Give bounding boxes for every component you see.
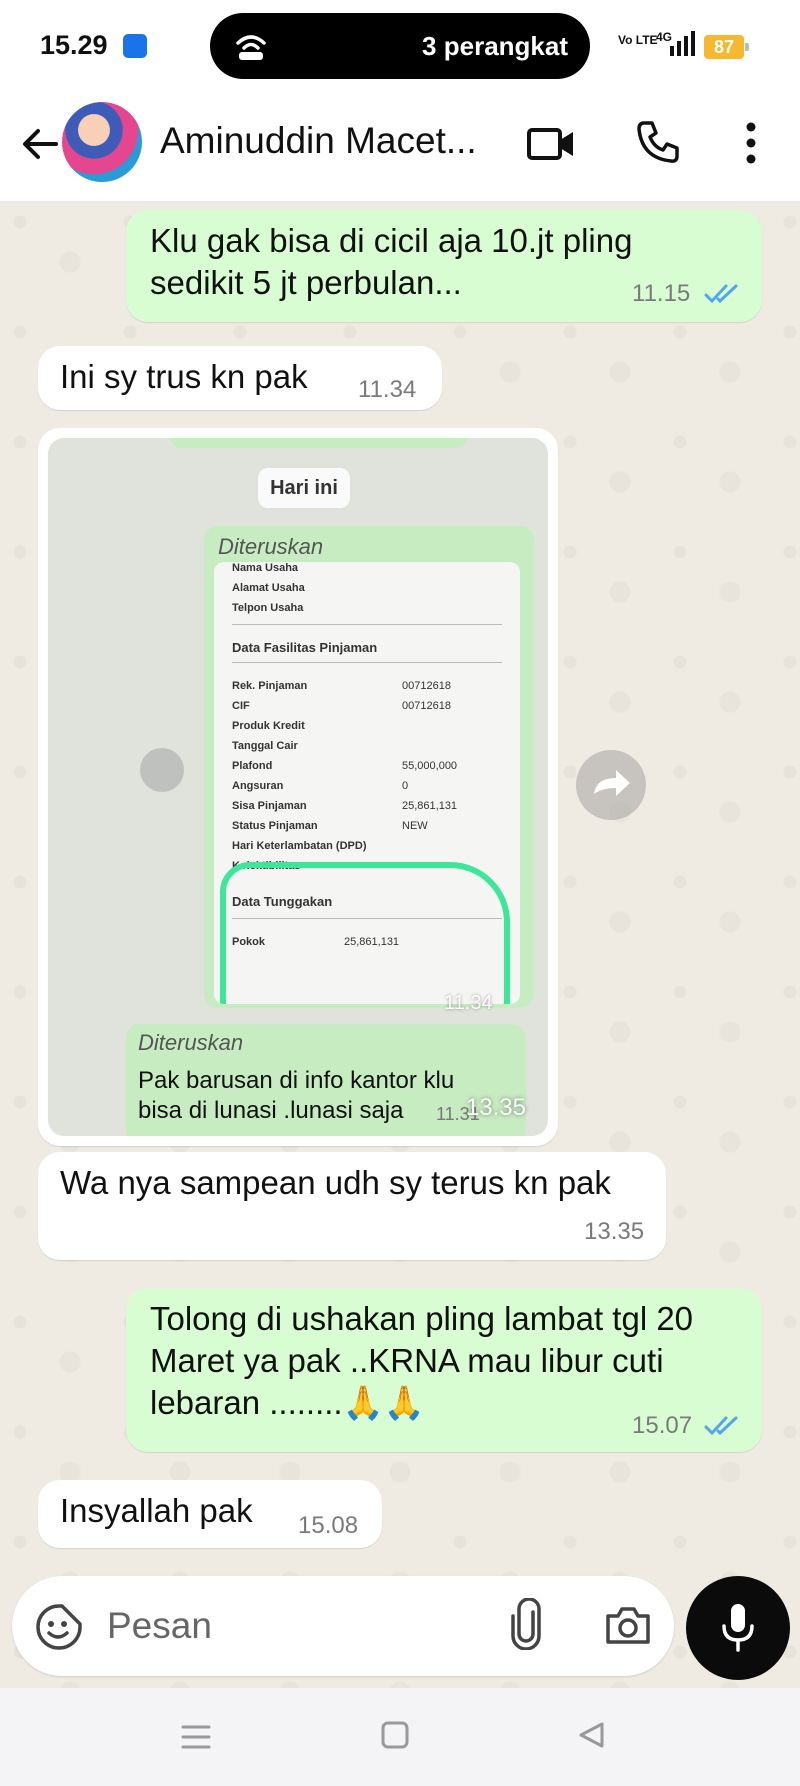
loan-document: Nama Usaha Alamat Usaha Telpon Usaha Dat…: [214, 562, 520, 1004]
message-time: 11.34: [358, 376, 417, 403]
forward-button[interactable]: [576, 750, 646, 820]
screenshot-image[interactable]: Hari ini Diteruskan Nama Usaha Alamat Us…: [48, 438, 548, 1136]
screenshot-time: 11.34: [444, 992, 493, 1014]
message-bubble-outgoing[interactable]: Tolong di ushakan pling lambat tgl 20 Ma…: [126, 1288, 762, 1452]
doc-value: 00712618: [402, 680, 451, 692]
message-time: 15.07: [632, 1412, 693, 1439]
forwarded-label: Diteruskan: [218, 534, 324, 559]
home-icon[interactable]: [380, 1720, 410, 1750]
chat-area[interactable]: Klu gak bisa di cicil aja 10.jt pling se…: [0, 202, 800, 1688]
doc-label: Angsuran: [232, 780, 284, 792]
doc-value: NEW: [402, 820, 428, 832]
message-bubble-outgoing[interactable]: Klu gak bisa di cicil aja 10.jt pling se…: [126, 210, 762, 322]
camera-icon[interactable]: [604, 1604, 652, 1646]
chat-header: Aminuddin Macet...: [0, 92, 800, 202]
screenshot-forward-icon: [140, 748, 184, 792]
message-time: 11.15: [632, 280, 691, 307]
battery-level: 87: [704, 35, 749, 59]
signal-icon: [670, 31, 695, 56]
doc-label: Telpon Usaha: [232, 602, 304, 614]
forward-icon: [594, 770, 630, 796]
message-input[interactable]: [107, 1602, 407, 1650]
sticker-icon[interactable]: [34, 1602, 84, 1652]
contact-avatar[interactable]: [62, 102, 142, 182]
message-composer: [12, 1576, 674, 1676]
message-text: Tolong di ushakan pling lambat tgl 20 Ma…: [150, 1300, 694, 1421]
message-text: Insyallah pak: [60, 1492, 253, 1529]
screenshot-prev-bubble: [168, 438, 468, 448]
more-vertical-icon[interactable]: [736, 118, 766, 168]
microphone-button[interactable]: [686, 1576, 790, 1680]
message-time: 13.35: [584, 1218, 645, 1245]
message-text: Klu gak bisa di cicil aja 10.jt pling se…: [150, 222, 633, 301]
hotspot-pill[interactable]: 3 perangkat: [210, 13, 590, 79]
doc-label: Plafond: [232, 760, 273, 772]
message-text: Wa nya sampean udh sy terus kn pak: [60, 1164, 611, 1201]
doc-value: 00712618: [402, 700, 451, 712]
video-camera-icon[interactable]: [526, 120, 576, 168]
contact-name[interactable]: Aminuddin Macet...: [160, 120, 490, 162]
recent-apps-icon[interactable]: [180, 1722, 212, 1752]
microphone-icon: [722, 1604, 754, 1652]
arrow-left-icon[interactable]: [16, 120, 64, 168]
hotspot-device-count: 3 perangkat: [422, 31, 568, 61]
doc-label: Rek. Pinjaman: [232, 680, 308, 692]
system-nav-bar: [0, 1688, 800, 1786]
phone-icon[interactable]: [634, 118, 682, 166]
robot-notification-icon: [123, 34, 147, 58]
volte-badge: Vo LTE: [618, 33, 658, 47]
status-time: 15.29: [40, 30, 108, 60]
hotspot-icon: [236, 35, 266, 60]
doc-section-title: Data Tunggakan: [232, 894, 333, 909]
doc-label: Nama Usaha: [232, 562, 299, 574]
screenshot-forwarded-bubble: Diteruskan Nama Usaha Alamat Usaha Telpo…: [204, 526, 534, 1008]
doc-label: Status Pinjaman: [232, 820, 318, 832]
doc-label: Tanggal Cair: [232, 740, 298, 752]
image-message-bubble[interactable]: Hari ini Diteruskan Nama Usaha Alamat Us…: [38, 428, 558, 1146]
message-text: Ini sy trus kn pak: [60, 358, 308, 395]
nav-back-icon[interactable]: [576, 1720, 606, 1750]
doc-label: Produk Kredit: [232, 720, 305, 732]
doc-divider: [232, 662, 502, 663]
doc-label: Alamat Usaha: [232, 582, 305, 594]
message-bubble-incoming[interactable]: Ini sy trus kn pak 11.34: [38, 346, 442, 410]
read-ticks-icon: [704, 1416, 738, 1436]
doc-label: Pokok: [232, 936, 266, 948]
doc-value: 25,861,131: [344, 936, 400, 948]
doc-value: 25,861,131: [402, 800, 458, 812]
doc-label: Hari Keterlambatan (DPD): [232, 840, 367, 852]
doc-label: Sisa Pinjaman: [232, 800, 307, 812]
doc-divider: [232, 624, 502, 625]
doc-value: 55,000,000: [402, 760, 458, 772]
doc-section-title: Data Fasilitas Pinjaman: [232, 640, 378, 655]
doc-label: CIF: [232, 700, 250, 712]
forwarded-text: Pak barusan di info kantor klu bisa di l…: [138, 1067, 455, 1124]
highlight-circle: [220, 862, 510, 1004]
read-ticks-icon: [704, 284, 738, 304]
message-bubble-incoming[interactable]: Wa nya sampean udh sy terus kn pak 13.35: [38, 1152, 666, 1260]
message-time: 13.35: [465, 1094, 526, 1121]
screenshot-date-pill: Hari ini: [258, 468, 350, 508]
forwarded-label: Diteruskan: [138, 1030, 244, 1055]
message-bubble-incoming[interactable]: Insyallah pak 15.08: [38, 1480, 382, 1548]
paperclip-icon[interactable]: [508, 1598, 544, 1650]
message-time: 15.08: [298, 1512, 359, 1539]
doc-divider: [232, 918, 502, 919]
doc-value: 0: [402, 780, 409, 792]
status-bar: 15.29 3 perangkat Vo LTE 4G 87: [0, 0, 800, 92]
